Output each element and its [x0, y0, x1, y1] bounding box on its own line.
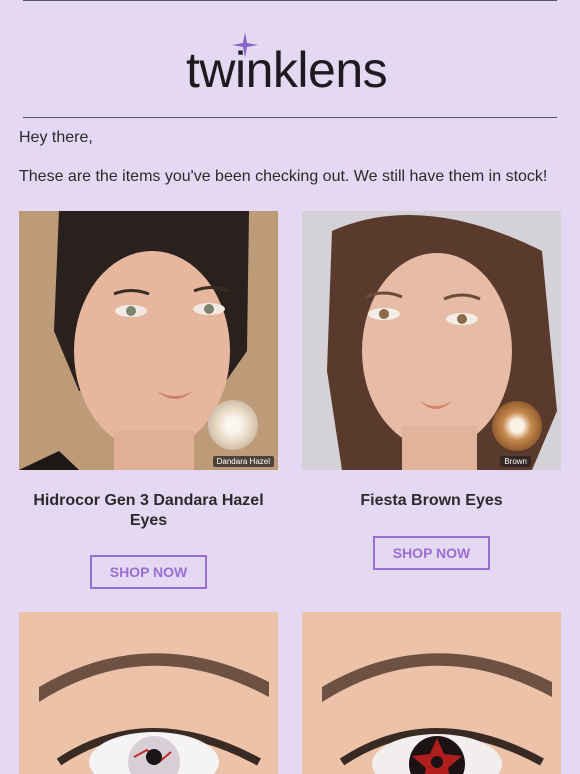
brand-name: twinklens	[186, 42, 388, 98]
product-image[interactable]	[19, 612, 278, 774]
product-image[interactable]: Brown	[302, 211, 561, 470]
lens-swatch	[492, 401, 542, 451]
shop-now-button[interactable]: SHOP NOW	[373, 536, 490, 570]
product-image[interactable]: Dandara Hazel	[19, 211, 278, 470]
swatch-label: Brown	[500, 456, 531, 467]
greeting-text: Hey there,	[19, 129, 93, 146]
product-title[interactable]: Hidrocor Gen 3 Dandara Hazel Eyes	[19, 491, 278, 531]
shop-now-button[interactable]: SHOP NOW	[90, 555, 207, 589]
intro-text: These are the items you've been checking…	[19, 168, 548, 185]
top-divider	[23, 0, 557, 1]
swatch-label: Dandara Hazel	[212, 456, 274, 467]
lens-swatch	[208, 400, 258, 450]
product-image[interactable]	[302, 612, 561, 774]
product-title[interactable]: Fiesta Brown Eyes	[302, 491, 561, 511]
brand-logo[interactable]: twinklens	[0, 30, 580, 98]
header-divider	[23, 117, 557, 118]
